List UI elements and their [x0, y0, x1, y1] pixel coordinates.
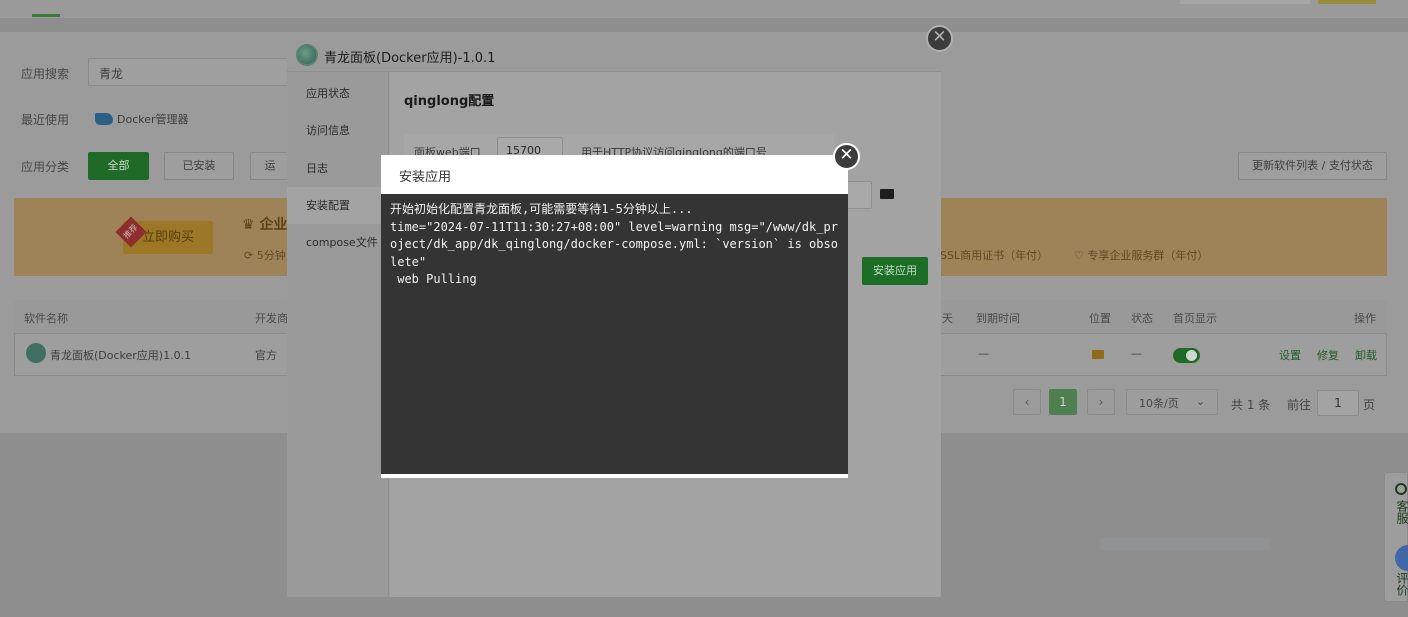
faint-watermark: [1100, 538, 1270, 550]
prev-page-button[interactable]: ‹: [1013, 389, 1041, 415]
menu-access-info[interactable]: 访问信息: [287, 112, 389, 149]
menu-install-config[interactable]: 安装配置: [287, 187, 389, 224]
col-developer: 开发商: [255, 312, 288, 325]
search-label: 应用搜索: [21, 67, 70, 81]
homepage-display-toggle[interactable]: [1173, 348, 1200, 363]
log-line: 开始初始化配置青龙面板,可能需要等待1-5分钟以上...: [390, 202, 693, 216]
uninstall-link[interactable]: 卸载: [1355, 347, 1377, 363]
review-label[interactable]: 评价: [1394, 572, 1408, 596]
col-status: 状态: [1131, 312, 1153, 325]
banner-feature-service-text: 专享企业服务群（年付）: [1087, 249, 1209, 262]
col-software-name: 软件名称: [24, 312, 68, 325]
category-installed-button[interactable]: 已安装: [164, 152, 234, 180]
goto-page-input[interactable]: 1: [1317, 390, 1359, 416]
goto-label: 前往: [1287, 398, 1312, 412]
top-action-button[interactable]: [1318, 0, 1376, 4]
col-actions: 操作: [1354, 312, 1376, 325]
close-icon[interactable]: ✕: [926, 25, 953, 52]
config-heading: qinglong配置: [404, 94, 495, 109]
category-all-button[interactable]: 全部: [88, 152, 149, 180]
next-page-button[interactable]: ›: [1087, 389, 1115, 415]
qinglong-app-icon: [26, 343, 46, 363]
app-search-input[interactable]: 青龙: [88, 58, 308, 86]
total-count: 共 1 条: [1231, 398, 1271, 412]
install-log-terminal: 开始初始化配置青龙面板,可能需要等待1-5分钟以上... time="2024-0…: [381, 194, 848, 474]
banner-title: 企业: [259, 217, 288, 233]
update-software-list-button[interactable]: 更新软件列表 / 支付状态: [1238, 152, 1387, 180]
close-icon[interactable]: ✕: [833, 143, 860, 170]
row-developer: 官方: [255, 349, 277, 362]
qinglong-logo-icon: [296, 44, 318, 66]
recent-app-docker[interactable]: Docker管理器: [95, 111, 189, 127]
folder-icon[interactable]: [1092, 350, 1104, 359]
menu-logs[interactable]: 日志: [287, 150, 389, 187]
col-expire: 到期时间: [976, 312, 1020, 325]
recent-app-label: Docker管理器: [117, 113, 189, 126]
menu-compose-file[interactable]: compose文件: [287, 224, 389, 261]
page-size-select[interactable]: 10条/页 ⌄: [1126, 389, 1218, 415]
settings-link[interactable]: 设置: [1279, 347, 1301, 363]
menu-app-status[interactable]: 应用状态: [287, 75, 389, 112]
folder-open-icon[interactable]: [880, 189, 894, 199]
chevron-down-icon: ⌄: [1195, 395, 1205, 408]
active-nav-indicator: [32, 14, 60, 17]
category-running-button[interactable]: 运行: [250, 152, 290, 180]
page-1-button[interactable]: 1: [1049, 389, 1077, 415]
recent-label: 最近使用: [21, 113, 70, 127]
install-app-button[interactable]: 安装应用: [862, 257, 928, 285]
service-label[interactable]: 客服: [1394, 500, 1408, 524]
top-search-input[interactable]: [1180, 0, 1310, 4]
banner-feature-ssl: SSL商用证书（年付）: [940, 249, 1049, 262]
col-days: 天: [942, 312, 953, 325]
col-location: 位置: [1089, 312, 1111, 325]
page-suffix: 页: [1363, 398, 1376, 412]
banner-feature-service: ♡ 专享企业服务群（年付）: [1074, 249, 1209, 262]
banner-feature-left-text: 5分钟: [256, 249, 286, 262]
col-homepage: 首页显示: [1173, 312, 1217, 325]
banner-feature-left: ⟳ 5分钟: [244, 249, 286, 262]
category-label: 应用分类: [21, 160, 70, 174]
app-config-dialog-title: 青龙面板(Docker应用)-1.0.1: [324, 51, 496, 66]
docker-icon: [95, 113, 113, 125]
repair-link[interactable]: 修复: [1317, 347, 1339, 363]
log-line: web Pulling: [390, 272, 477, 287]
headset-icon: [1395, 483, 1407, 495]
banner-title-icon-text: ♛ 企业: [242, 217, 288, 233]
install-log-dialog-title: 安装应用: [399, 170, 452, 185]
row-app-name[interactable]: 青龙面板(Docker应用)1.0.1: [50, 347, 191, 363]
row-status: —: [1131, 347, 1142, 360]
page-size-value: 10条/页: [1139, 397, 1179, 410]
log-line: time="2024-07-11T11:30:27+08:00" level=w…: [390, 219, 838, 269]
row-expire: —: [978, 347, 989, 360]
